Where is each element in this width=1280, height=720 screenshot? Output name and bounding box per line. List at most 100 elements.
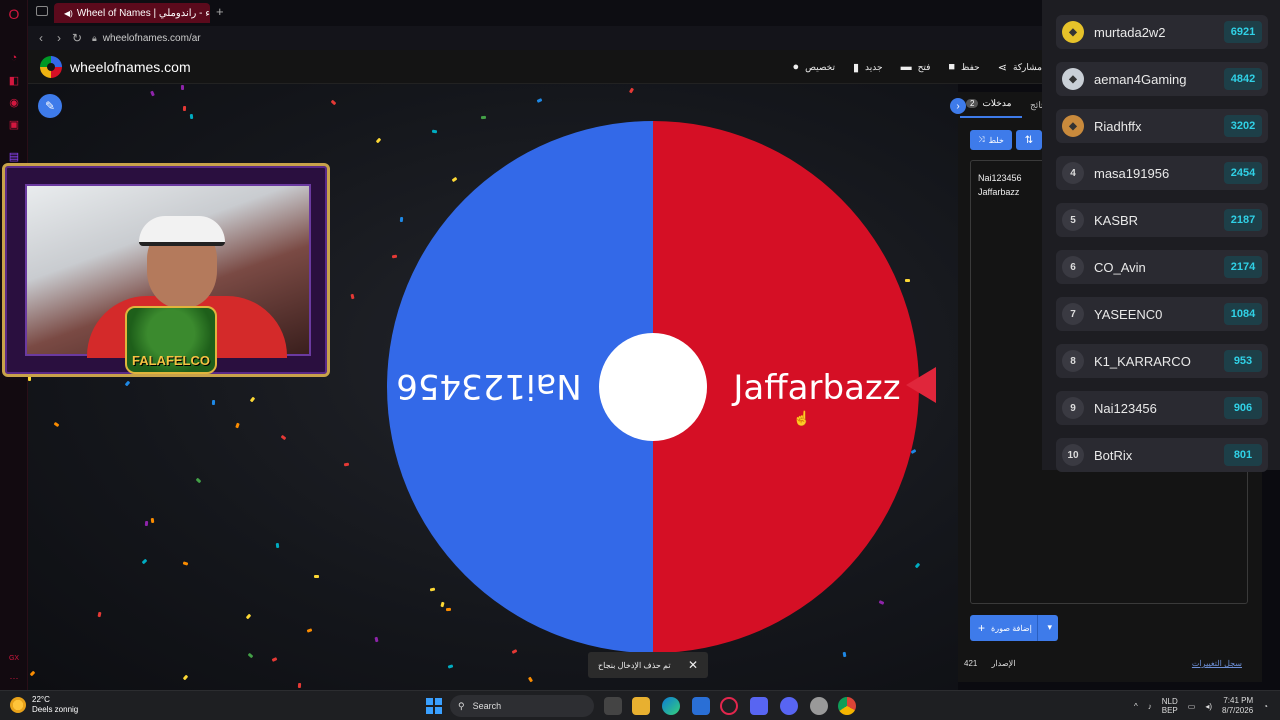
customize-button[interactable]: ● تخصيص [792,61,835,73]
confetti-piece [124,380,131,387]
twitch-icon[interactable]: ▤ [6,148,22,164]
url-field[interactable]: wheelofnames.com/ar [103,33,201,44]
messenger-icon[interactable]: ▣ [6,116,22,132]
taskbar-search[interactable]: ⚲ Search [450,695,594,717]
sort-button[interactable]: ⇅ [1016,130,1042,150]
new-button[interactable]: ▮ جديد [853,61,883,74]
add-image-label: إضافة صورة [991,623,1032,633]
language-indicator[interactable]: NLD BEP [1162,697,1178,715]
confetti-piece [97,611,102,618]
chrome-icon[interactable] [838,697,856,715]
leaderboard-name: masa191956 [1094,165,1170,181]
confetti-piece [182,674,189,681]
changelog-link[interactable]: سجل التغييرات [1192,659,1242,668]
medal-icon: ◆ [1062,68,1084,90]
new-tab-button[interactable]: + [216,4,224,19]
chevron-up-icon[interactable]: ^ [1134,702,1138,711]
close-icon[interactable]: ✕ [688,658,698,672]
gx-corner-icon[interactable]: GX [6,650,22,666]
gx-control-icon[interactable]: ◔ [6,50,22,66]
hand-cursor-icon: ☝ [793,410,811,426]
dropdown-arrow-icon[interactable]: ▾ [1047,622,1052,633]
streaming-app-icon[interactable] [750,697,768,715]
browser-tab[interactable]: ◀) Wheel of Names | عجلة الأسماء - راندو… [54,3,210,23]
address-bar: ‹ › ↻ 🔒︎ wheelofnames.com/ar [28,26,1042,50]
leaderboard-score: 1084 [1224,303,1262,325]
wheel[interactable]: Jaffarbazz Nai123456 [387,121,919,653]
site-logo-icon[interactable] [40,55,62,78]
medal-icon: ◆ [1062,115,1084,137]
confetti-piece [343,462,350,467]
leaderboard-row: ◆ aeman4Gaming 4842 [1056,62,1268,96]
clock[interactable]: 7:41 PM 8/7/2026 [1222,696,1253,716]
open-button[interactable]: ▬ فتح [901,61,931,73]
discord-icon[interactable] [780,697,798,715]
chevron-right-icon: › [956,100,960,112]
confetti-piece [247,652,254,659]
rank-badge: 5 [1062,209,1084,231]
collapse-panel-button[interactable]: › [950,98,966,114]
file-explorer-icon[interactable] [632,697,650,715]
share-button[interactable]: ⋖ مشاركة [998,61,1042,74]
share-label: مشاركة [1012,61,1042,72]
search-placeholder: Search [472,701,502,711]
sun-icon [10,697,26,713]
tab-entries[interactable]: 2 مدخلات [966,98,1011,109]
speaker-icon[interactable]: ◀) [64,9,73,18]
version-label: الإصدار [991,659,1016,668]
save-button[interactable]: ■ حفظ [948,61,979,73]
windows-start-icon[interactable] [426,698,442,714]
confetti-piece [150,90,155,97]
record-icon[interactable]: ◉ [6,94,22,110]
confetti-piece [306,628,313,633]
opera-gx-icon[interactable] [720,697,738,715]
confetti-piece [297,682,302,689]
open-label: فتح [917,61,931,72]
file-icon: ▮ [852,61,860,74]
forward-icon[interactable]: › [50,31,68,45]
entries-count-badge: 2 [966,99,979,108]
confetti-piece [150,517,155,524]
add-image-button[interactable]: + إضافة صورة ▾ [970,615,1058,641]
leaderboard-row: 6 CO_Avin 2174 [1056,250,1268,284]
confetti-piece [235,422,240,429]
confetti-piece [249,396,256,403]
tab-switcher-icon[interactable] [36,6,48,16]
settings-icon[interactable] [810,697,828,715]
reload-icon[interactable]: ↻ [68,31,86,45]
more-icon[interactable]: ··· [6,670,22,686]
toast-notification: تم حذف الإدخال بنجاح ✕ [588,652,708,678]
confetti-piece [313,574,320,579]
shuffle-button[interactable]: ⤨ خلط [970,130,1012,150]
bag-icon[interactable]: ◧ [6,72,22,88]
notification-bell-icon[interactable]: ◔ [1263,702,1268,711]
edge-icon[interactable] [662,697,680,715]
confetti-piece [29,670,36,677]
back-icon[interactable]: ‹ [32,31,50,45]
leaderboard-score: 2454 [1224,162,1262,184]
rank-badge: 4 [1062,162,1084,184]
palette-icon: ● [792,61,800,73]
microphone-icon[interactable]: ♪ [1148,702,1152,711]
rank-badge: 8 [1062,350,1084,372]
task-view-icon[interactable] [604,697,622,715]
webcam-overlay: FALAFELCO [2,163,330,377]
search-icon: ⚲ [458,700,465,711]
store-icon[interactable] [692,697,710,715]
active-tab-indicator [960,116,1022,118]
rank-badge: 7 [1062,303,1084,325]
confetti-piece [536,98,543,103]
volume-icon[interactable]: ◂) [1205,702,1212,711]
button-separator [1037,615,1038,641]
confetti-piece [350,293,355,300]
wheel-center-button[interactable] [599,333,707,441]
edit-pencil-button[interactable]: ✎ [38,94,62,118]
opera-logo-icon[interactable]: O [6,6,22,22]
leaderboard-score: 3202 [1224,115,1262,137]
site-title[interactable]: wheelofnames.com [70,59,191,75]
weather-widget[interactable]: 22°C Deels zonnig [10,695,78,715]
leaderboard-score: 4842 [1224,68,1262,90]
lock-icon: 🔒︎ [92,32,97,43]
network-icon[interactable]: ▭ [1188,702,1196,711]
taskbar: 22°C Deels zonnig ⚲ Search ^ ♪ NLD BEP ▭… [0,690,1280,720]
